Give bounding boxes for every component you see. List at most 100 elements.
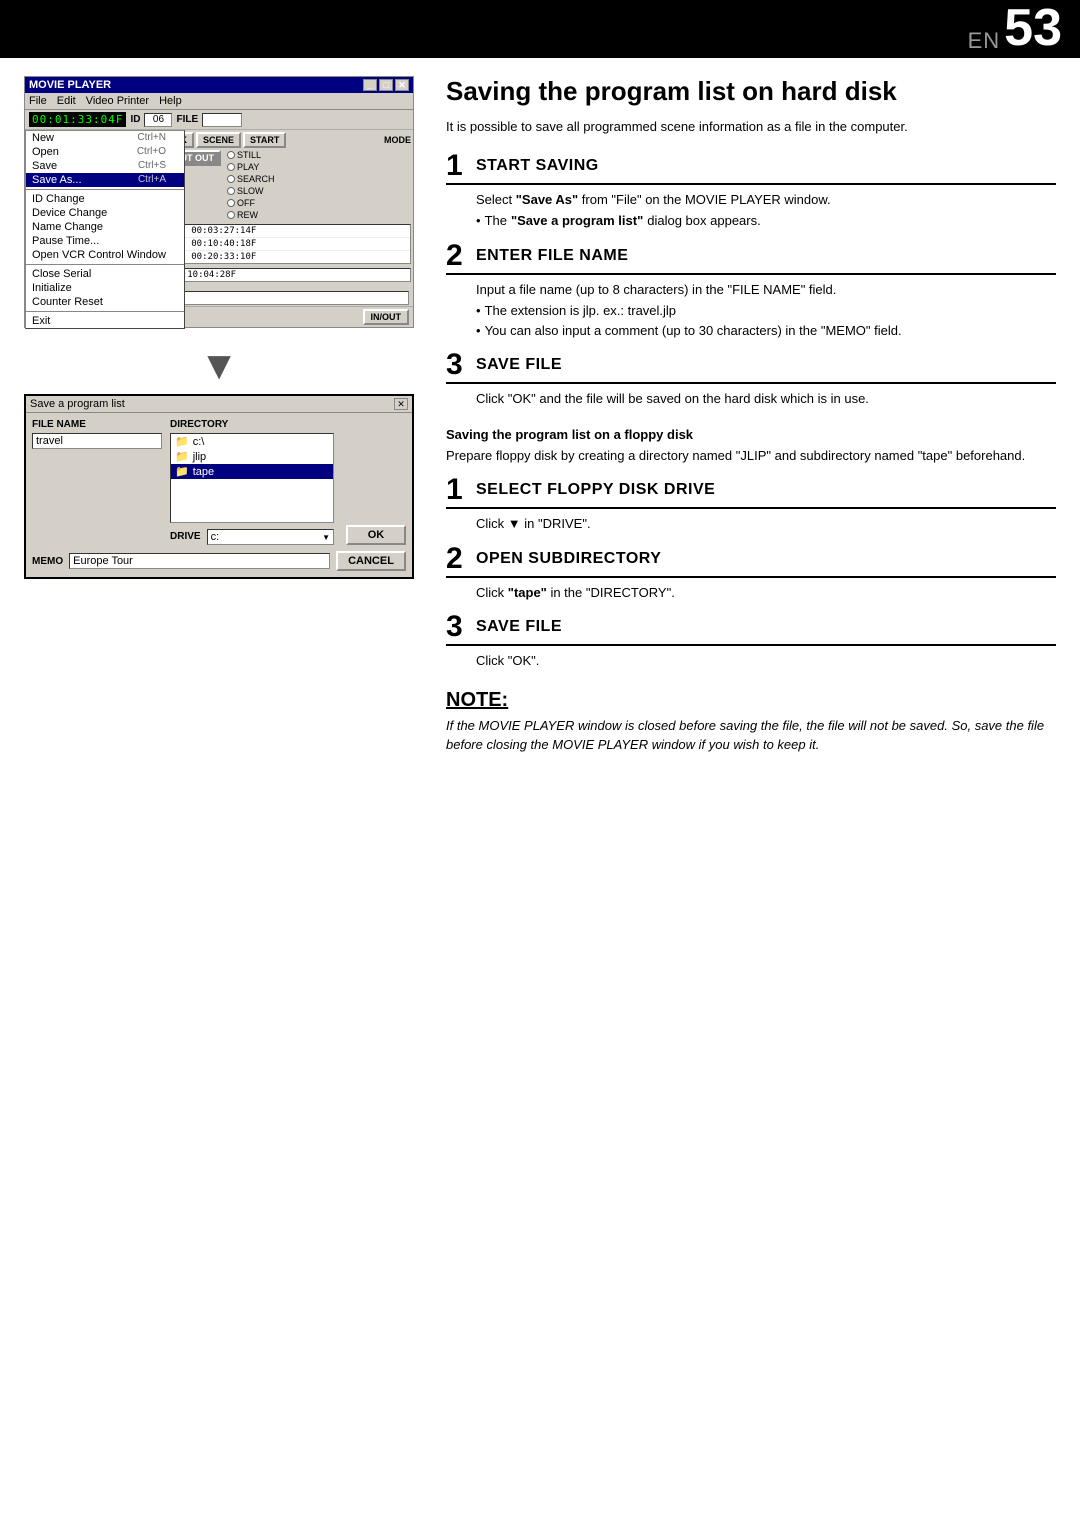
- radio-circle: [227, 187, 235, 195]
- timecode-bar: 00:01:33:04F ID 06 FILE: [25, 110, 413, 130]
- radio-slow[interactable]: SLOW: [227, 186, 275, 196]
- page-number: 53: [1004, 2, 1062, 54]
- minimize-button[interactable]: _: [363, 79, 377, 91]
- maximize-button[interactable]: □: [379, 79, 393, 91]
- drive-value: c:: [211, 531, 220, 543]
- step-3-header: 3 SAVE FILE: [446, 350, 1056, 384]
- ok-button[interactable]: OK: [346, 525, 406, 545]
- drive-select[interactable]: c: ▼: [207, 529, 334, 545]
- menu-item-openvcr[interactable]: Open VCR Control Window: [26, 248, 184, 262]
- step-2-title: ENTER FILE NAME: [476, 247, 628, 265]
- menu-help[interactable]: Help: [159, 95, 182, 107]
- menu-item-save[interactable]: SaveCtrl+S: [26, 159, 184, 173]
- step-floppy-3: 3 SAVE FILE Click "OK".: [446, 612, 1056, 671]
- step-3-line1: Click "OK" and the file will be saved on…: [476, 389, 1056, 409]
- movie-player-title: MOVIE PLAYER: [29, 79, 111, 91]
- step-floppy-3-line1: Click "OK".: [476, 651, 1056, 671]
- step-floppy-1-title: SELECT FLOPPY DISK DRIVE: [476, 481, 715, 499]
- scene-tc-3: 00:20:33:10F: [191, 252, 256, 262]
- cancel-button[interactable]: CANCEL: [336, 551, 406, 571]
- step-2-bullet1: The extension is jlp. ex.: travel.jlp: [476, 301, 1056, 321]
- floppy-subsection-body: Prepare floppy disk by creating a direct…: [446, 446, 1056, 466]
- radio-rew-label: REW: [237, 210, 258, 220]
- scene-tc-row-1: 1F 00:03:27:14F: [168, 225, 410, 238]
- save-dialog-directory-section: DIRECTORY 📁 c:\ 📁 jlip 📁: [170, 419, 334, 545]
- dir-item-c[interactable]: 📁 c:\: [171, 434, 333, 449]
- step-3-body: Click "OK" and the file will be saved on…: [446, 389, 1056, 409]
- step-floppy-1-header: 1 SELECT FLOPPY DISK DRIVE: [446, 475, 1056, 509]
- start-button[interactable]: START: [243, 132, 286, 148]
- menu-edit[interactable]: Edit: [57, 95, 76, 107]
- folder-icon-jlip: 📁: [175, 450, 189, 463]
- menu-divider-1: [26, 189, 184, 190]
- radio-circle: [227, 211, 235, 219]
- step-floppy-1: 1 SELECT FLOPPY DISK DRIVE Click ▼ in "D…: [446, 475, 1056, 534]
- dir-name-jlip: jlip: [193, 451, 206, 463]
- dir-item-tape[interactable]: 📁 tape: [171, 464, 333, 479]
- filename-input[interactable]: [32, 433, 162, 449]
- file-dropdown-menu: NewCtrl+N OpenCtrl+O SaveCtrl+S Save As.…: [25, 130, 185, 329]
- id-field[interactable]: 06: [144, 113, 172, 127]
- menu-item-pausetime[interactable]: Pause Time...: [26, 234, 184, 248]
- file-field[interactable]: [202, 113, 242, 127]
- scene-button[interactable]: SCENE: [196, 132, 241, 148]
- step-1-line1: Select "Save As" from "File" on the MOVI…: [476, 190, 1056, 210]
- memo-label: MEMO: [32, 556, 63, 567]
- radio-off[interactable]: OFF: [227, 198, 275, 208]
- memo-input[interactable]: [69, 553, 330, 569]
- step-floppy-3-body: Click "OK".: [446, 651, 1056, 671]
- step-floppy-1-number: 1: [446, 475, 468, 505]
- save-dialog-close-button[interactable]: ✕: [394, 398, 408, 410]
- menu-item-namechange[interactable]: Name Change: [26, 220, 184, 234]
- drive-row: DRIVE c: ▼: [170, 529, 334, 545]
- step-2-line1: Input a file name (up to 8 characters) i…: [476, 280, 1056, 300]
- page-header: EN 53: [0, 0, 1080, 58]
- arrow-down-icon: ▼: [24, 346, 414, 386]
- menu-file[interactable]: File: [29, 95, 47, 107]
- inout-button[interactable]: IN/OUT: [363, 309, 410, 325]
- radio-search[interactable]: SEARCH: [227, 174, 275, 184]
- step-floppy-2-header: 2 OPEN SUBDIRECTORY: [446, 544, 1056, 578]
- step-3: 3 SAVE FILE Click "OK" and the file will…: [446, 350, 1056, 409]
- step-2-header: 2 ENTER FILE NAME: [446, 241, 1056, 275]
- radio-play-label: PLAY: [237, 162, 259, 172]
- menu-item-saveas[interactable]: Save As...Ctrl+A: [26, 173, 184, 187]
- step-1-number: 1: [446, 151, 468, 181]
- en-label: EN: [968, 28, 1001, 54]
- step-floppy-2: 2 OPEN SUBDIRECTORY Click "tape" in the …: [446, 544, 1056, 603]
- menu-item-exit[interactable]: Exit: [26, 314, 184, 328]
- menu-item-devicechange[interactable]: Device Change: [26, 206, 184, 220]
- radio-play[interactable]: PLAY: [227, 162, 275, 172]
- scene-tc-1: 00:03:27:14F: [191, 226, 256, 236]
- menu-item-idchange[interactable]: ID Change: [26, 192, 184, 206]
- menu-item-new[interactable]: NewCtrl+N: [26, 131, 184, 145]
- memo-row: MEMO CANCEL: [32, 551, 406, 571]
- save-dialog-body: FILE NAME DIRECTORY 📁 c:\ 📁: [26, 413, 412, 577]
- page-intro: It is possible to save all programmed sc…: [446, 117, 1056, 137]
- mode-label: MODE: [384, 135, 411, 145]
- radio-search-label: SEARCH: [237, 174, 275, 184]
- menu-item-initialize[interactable]: Initialize: [26, 281, 184, 295]
- scene-timecode-list: 1F 00:03:27:14F 1F 00:10:40:18F 1F 00:20…: [167, 224, 411, 264]
- radio-circle: [227, 175, 235, 183]
- radio-still[interactable]: STILL: [227, 150, 275, 160]
- radio-circle: [227, 199, 235, 207]
- menu-item-open[interactable]: OpenCtrl+O: [26, 145, 184, 159]
- close-button[interactable]: ✕: [395, 79, 409, 91]
- drive-label: DRIVE: [170, 531, 201, 542]
- step-1-body: Select "Save As" from "File" on the MOVI…: [446, 190, 1056, 231]
- menu-video-printer[interactable]: Video Printer: [86, 95, 149, 107]
- radio-slow-label: SLOW: [237, 186, 264, 196]
- steps-floppy: 1 SELECT FLOPPY DISK DRIVE Click ▼ in "D…: [446, 475, 1056, 671]
- step-floppy-3-number: 3: [446, 612, 468, 642]
- directory-listbox[interactable]: 📁 c:\ 📁 jlip 📁 tape: [170, 433, 334, 523]
- menu-bar: File Edit Video Printer Help: [25, 93, 413, 110]
- save-dialog-filename-section: FILE NAME: [32, 419, 162, 545]
- dir-item-jlip[interactable]: 📁 jlip: [171, 449, 333, 464]
- radio-rew[interactable]: REW: [227, 210, 275, 220]
- menu-item-counterreset[interactable]: Counter Reset: [26, 295, 184, 309]
- player-right-area: CK SCENE START MODE CUT OUT STILL: [165, 130, 413, 290]
- id-label: ID: [130, 114, 140, 125]
- menu-item-closeserial[interactable]: Close Serial: [26, 267, 184, 281]
- page-title: Saving the program list on hard disk: [446, 76, 1056, 107]
